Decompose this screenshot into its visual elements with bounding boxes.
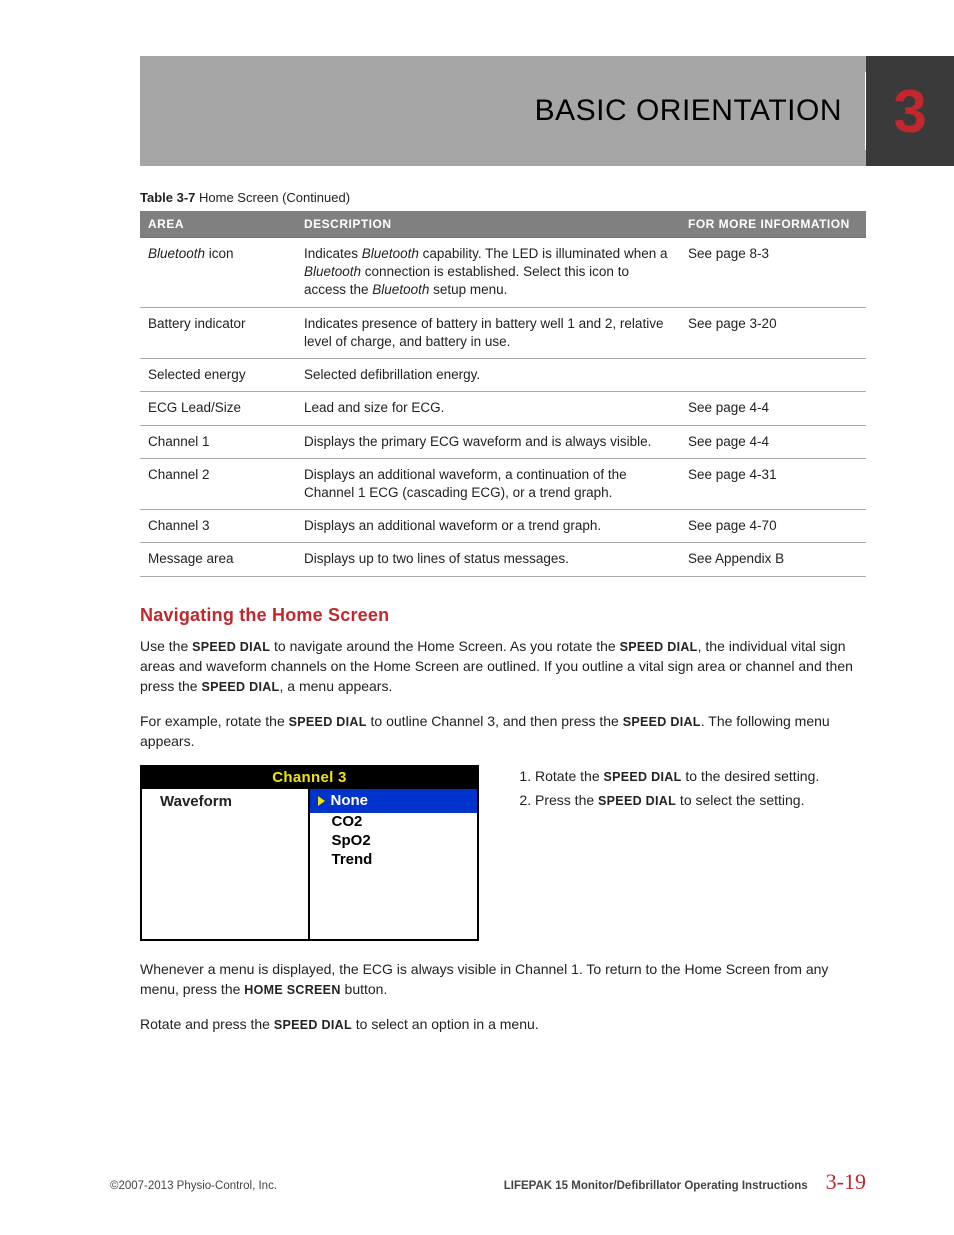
cell-area: Channel 1 bbox=[140, 425, 296, 458]
term-smallcaps: HOME SCREEN bbox=[244, 983, 340, 997]
menu-selected-label: None bbox=[331, 792, 369, 809]
step-item: Press the SPEED DIAL to select the setti… bbox=[535, 789, 819, 813]
table-row: Message areaDisplays up to two lines of … bbox=[140, 543, 866, 576]
term-smallcaps: SPEED DIAL bbox=[289, 715, 367, 729]
triangle-right-icon bbox=[318, 796, 325, 806]
paragraph-3: Whenever a menu is displayed, the ECG is… bbox=[140, 959, 866, 1000]
section-heading: Navigating the Home Screen bbox=[140, 605, 866, 626]
chapter-number-box: 3 bbox=[866, 56, 954, 166]
th-description: DESCRIPTION bbox=[296, 211, 680, 238]
cell-area: Bluetooth icon bbox=[140, 238, 296, 308]
paragraph-2: For example, rotate the SPEED DIAL to ou… bbox=[140, 711, 866, 752]
paragraph-1: Use the SPEED DIAL to navigate around th… bbox=[140, 636, 866, 697]
menu-option-selected[interactable]: None bbox=[310, 789, 478, 813]
cell-info: See page 4-31 bbox=[680, 458, 866, 509]
steps-list: Rotate the SPEED DIAL to the desired set… bbox=[515, 765, 819, 813]
step-item: Rotate the SPEED DIAL to the desired set… bbox=[535, 765, 819, 789]
th-area: AREA bbox=[140, 211, 296, 238]
menu-option[interactable]: CO2 bbox=[310, 813, 478, 832]
table-row: Battery indicatorIndicates presence of b… bbox=[140, 307, 866, 358]
table-caption-label: Table 3-7 bbox=[140, 190, 195, 205]
channel-menu: Channel 3 Waveform None CO2SpO2Trend bbox=[140, 765, 479, 941]
cell-description: Displays an additional waveform, a conti… bbox=[296, 458, 680, 509]
home-screen-table: AREA DESCRIPTION FOR MORE INFORMATION Bl… bbox=[140, 211, 866, 577]
cell-info: See page 3-20 bbox=[680, 307, 866, 358]
cell-area: ECG Lead/Size bbox=[140, 392, 296, 425]
cell-description: Indicates Bluetooth capability. The LED … bbox=[296, 238, 680, 308]
page-footer: ©2007-2013 Physio-Control, Inc. LIFEPAK … bbox=[110, 1169, 866, 1195]
term-smallcaps: SPEED DIAL bbox=[623, 715, 701, 729]
table-row: Channel 3Displays an additional waveform… bbox=[140, 510, 866, 543]
cell-info: See page 4-70 bbox=[680, 510, 866, 543]
cell-description: Selected defibrillation energy. bbox=[296, 359, 680, 392]
cell-description: Lead and size for ECG. bbox=[296, 392, 680, 425]
cell-info: See page 4-4 bbox=[680, 392, 866, 425]
cell-area: Battery indicator bbox=[140, 307, 296, 358]
cell-area: Message area bbox=[140, 543, 296, 576]
term-smallcaps: SPEED DIAL bbox=[192, 640, 270, 654]
menu-option[interactable]: Trend bbox=[310, 851, 478, 870]
chapter-title: BASIC ORIENTATION bbox=[535, 94, 842, 128]
cell-description: Displays an additional waveform or a tre… bbox=[296, 510, 680, 543]
table-row: Channel 1Displays the primary ECG wavefo… bbox=[140, 425, 866, 458]
cell-description: Displays up to two lines of status messa… bbox=[296, 543, 680, 576]
cell-info: See Appendix B bbox=[680, 543, 866, 576]
footer-doc-title: LIFEPAK 15 Monitor/Defibrillator Operati… bbox=[504, 1180, 808, 1192]
footer-copyright: ©2007-2013 Physio-Control, Inc. bbox=[110, 1180, 277, 1192]
cell-info bbox=[680, 359, 866, 392]
table-row: Selected energySelected defibrillation e… bbox=[140, 359, 866, 392]
cell-description: Displays the primary ECG waveform and is… bbox=[296, 425, 680, 458]
chapter-header-bar: BASIC ORIENTATION bbox=[140, 56, 866, 166]
table-row: ECG Lead/SizeLead and size for ECG.See p… bbox=[140, 392, 866, 425]
cell-area: Selected energy bbox=[140, 359, 296, 392]
term-smallcaps: SPEED DIAL bbox=[598, 794, 676, 808]
chapter-number: 3 bbox=[893, 77, 926, 146]
paragraph-4: Rotate and press the SPEED DIAL to selec… bbox=[140, 1014, 866, 1034]
cell-area: Channel 3 bbox=[140, 510, 296, 543]
cell-info: See page 8-3 bbox=[680, 238, 866, 308]
cell-info: See page 4-4 bbox=[680, 425, 866, 458]
footer-page-number: 3-19 bbox=[826, 1169, 866, 1195]
menu-left-label: Waveform bbox=[142, 789, 310, 939]
table-row: Channel 2Displays an additional waveform… bbox=[140, 458, 866, 509]
term-smallcaps: SPEED DIAL bbox=[274, 1018, 352, 1032]
table-caption-rest: Home Screen (Continued) bbox=[195, 190, 350, 205]
cell-description: Indicates presence of battery in battery… bbox=[296, 307, 680, 358]
term-smallcaps: SPEED DIAL bbox=[201, 680, 279, 694]
term-smallcaps: SPEED DIAL bbox=[620, 640, 698, 654]
menu-title: Channel 3 bbox=[142, 767, 477, 789]
cell-area: Channel 2 bbox=[140, 458, 296, 509]
menu-option[interactable]: SpO2 bbox=[310, 832, 478, 851]
table-caption: Table 3-7 Home Screen (Continued) bbox=[140, 190, 866, 205]
term-smallcaps: SPEED DIAL bbox=[604, 770, 682, 784]
table-row: Bluetooth iconIndicates Bluetooth capabi… bbox=[140, 238, 866, 308]
th-info: FOR MORE INFORMATION bbox=[680, 211, 866, 238]
